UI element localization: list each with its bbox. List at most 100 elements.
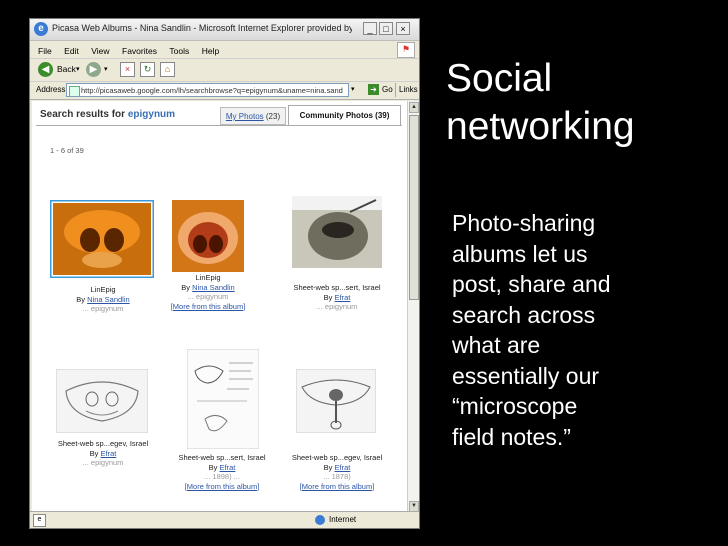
stop-icon[interactable]: × xyxy=(120,62,135,77)
menu-file[interactable]: File xyxy=(38,46,52,56)
slide-body: Photo-sharing albums let us post, share … xyxy=(452,208,682,452)
result-title-2[interactable]: LinEpig xyxy=(149,273,267,283)
search-heading: Search results for epigynum xyxy=(40,109,175,120)
scrollbar-thumb[interactable] xyxy=(409,115,419,300)
address-bar: Address http://picasaweb.google.com/lh/s… xyxy=(30,82,419,100)
search-prefix: Search results for xyxy=(40,109,126,120)
result-thumb-3[interactable] xyxy=(292,196,382,268)
address-label: Address xyxy=(36,85,66,94)
result-card-4: Sheet-web sp...egev, Israel By Efrat ...… xyxy=(44,439,162,468)
result-title-4[interactable]: Sheet-web sp...egev, Israel xyxy=(44,439,162,449)
result-tag-5: ... 1898) ... xyxy=(204,472,240,481)
maximize-button[interactable]: □ xyxy=(379,22,393,35)
result-card-6: Sheet-web sp...egev, Israel By Efrat ...… xyxy=(278,453,396,491)
slide-body-line-3: post, share and xyxy=(452,271,611,297)
go-arrow-icon: ➜ xyxy=(368,84,379,95)
close-button[interactable]: × xyxy=(396,22,410,35)
tab-my-photos-link[interactable]: My Photos xyxy=(226,112,264,121)
security-zone: Internet xyxy=(315,515,356,525)
result-card-5: Sheet-web sp...sert, Israel By Efrat ...… xyxy=(163,453,281,491)
result-author-6[interactable]: Efrat xyxy=(335,463,351,472)
result-tag-2: ... epigynum xyxy=(187,292,229,301)
globe-icon xyxy=(315,515,325,525)
result-thumb-2[interactable] xyxy=(172,200,244,272)
slide-body-line-6: essentially our xyxy=(452,362,600,389)
minimize-button[interactable]: _ xyxy=(363,22,377,35)
vertical-scrollbar[interactable]: ▲ ▼ xyxy=(407,101,419,513)
menu-view[interactable]: View xyxy=(91,46,109,56)
result-tag-6: ... 1878) xyxy=(323,472,351,481)
menu-tools[interactable]: Tools xyxy=(169,46,189,56)
menu-help[interactable]: Help xyxy=(202,46,219,56)
zone-label: Internet xyxy=(329,515,357,525)
forward-arrow-icon[interactable]: ▶ xyxy=(86,62,101,77)
refresh-icon[interactable]: ↻ xyxy=(140,62,155,77)
tab-my-photos-count: (23) xyxy=(265,112,281,121)
result-byline-2: By Nina Sandlin xyxy=(181,282,235,292)
browser-window: e Picasa Web Albums - Nina Sandlin - Mic… xyxy=(29,18,420,529)
result-title-3[interactable]: Sheet-web sp...sert, Israel xyxy=(278,283,396,293)
address-dropdown-icon[interactable]: ▾ xyxy=(351,85,355,93)
result-tag-4: ... epigynum xyxy=(82,458,124,467)
result-byline-3: By Efrat xyxy=(323,292,351,302)
tab-community-photos[interactable]: Community Photos (39) xyxy=(288,105,401,125)
result-author-1[interactable]: Nina Sandlin xyxy=(87,295,130,304)
slide-body-line-8: field notes.” xyxy=(452,423,571,450)
result-more-6[interactable]: [More from this album] xyxy=(278,482,396,492)
status-bar: e Internet xyxy=(30,511,419,528)
result-range: 1 - 6 of 39 xyxy=(50,146,84,155)
scroll-up-icon[interactable]: ▲ xyxy=(409,102,419,113)
result-byline-6: By Efrat xyxy=(323,462,351,472)
result-thumb-5[interactable] xyxy=(187,349,259,449)
tab-divider xyxy=(36,125,402,126)
go-button[interactable]: ➜ Go xyxy=(368,84,393,95)
menu-bar: File Edit View Favorites Tools Help ⚑ xyxy=(30,41,419,59)
address-input[interactable]: http://picasaweb.google.com/lh/searchbro… xyxy=(66,83,349,97)
result-title-5[interactable]: Sheet-web sp...sert, Israel xyxy=(163,453,281,463)
slide-title-line-1: Social xyxy=(446,57,553,100)
result-byline-4: By Efrat xyxy=(89,448,117,458)
back-arrow-icon[interactable]: ◀ xyxy=(38,62,53,77)
forward-dropdown-icon[interactable]: ▾ xyxy=(104,62,108,77)
window-title: Picasa Web Albums - Nina Sandlin - Micro… xyxy=(52,23,352,33)
menu-edit[interactable]: Edit xyxy=(64,46,79,56)
page-status-icon: e xyxy=(33,514,46,527)
slide-body-line-7: “microscope xyxy=(452,393,578,419)
toolbar: ◀ Back ▾ ▶ ▾ × ↻ ⌂ xyxy=(30,59,419,82)
result-title-6[interactable]: Sheet-web sp...egev, Israel xyxy=(278,453,396,463)
page-icon xyxy=(69,86,80,96)
result-card-1: LinEpig By Nina Sandlin ... epigynum xyxy=(44,285,162,314)
result-author-3[interactable]: Efrat xyxy=(335,293,351,302)
back-label[interactable]: Back xyxy=(57,62,76,77)
home-icon[interactable]: ⌂ xyxy=(160,62,175,77)
result-tag-1: ... epigynum xyxy=(82,304,124,313)
tab-my-photos[interactable]: My Photos (23) xyxy=(220,107,286,125)
result-title-1[interactable]: LinEpig xyxy=(44,285,162,295)
result-byline-1: By Nina Sandlin xyxy=(76,294,130,304)
result-thumb-1[interactable] xyxy=(50,200,154,278)
result-card-3: Sheet-web sp...sert, Israel By Efrat ...… xyxy=(278,283,396,312)
result-author-4[interactable]: Efrat xyxy=(101,449,117,458)
address-value: http://picasaweb.google.com/lh/searchbro… xyxy=(81,86,343,95)
result-author-5[interactable]: Efrat xyxy=(220,463,236,472)
slide-body-line-2: albums let us xyxy=(452,240,588,267)
menu-favorites[interactable]: Favorites xyxy=(122,46,157,56)
result-tag-3: ... epigynum xyxy=(316,302,358,311)
result-thumb-4[interactable] xyxy=(56,369,148,433)
slide-title: Social networking xyxy=(446,55,728,151)
slide-body-line-1: Photo-sharing xyxy=(452,210,596,236)
result-more-2[interactable]: [More from this album] xyxy=(149,302,267,312)
result-thumb-6[interactable] xyxy=(296,369,376,433)
result-more-5[interactable]: [More from this album] xyxy=(163,482,281,492)
go-label: Go xyxy=(382,85,393,94)
slide-body-line-5: what are xyxy=(452,332,541,358)
search-term: epigynum xyxy=(127,109,176,120)
links-button[interactable]: Links xyxy=(395,83,419,97)
result-author-2[interactable]: Nina Sandlin xyxy=(192,283,235,292)
slide-title-line-2: networking xyxy=(446,105,635,148)
back-dropdown-icon[interactable]: ▾ xyxy=(76,62,80,77)
slide-body-line-4: search across xyxy=(452,301,596,328)
title-bar: e Picasa Web Albums - Nina Sandlin - Mic… xyxy=(30,19,419,41)
page-content: Search results for epigynum My Photos (2… xyxy=(32,101,407,513)
result-byline-5: By Efrat xyxy=(208,462,236,472)
